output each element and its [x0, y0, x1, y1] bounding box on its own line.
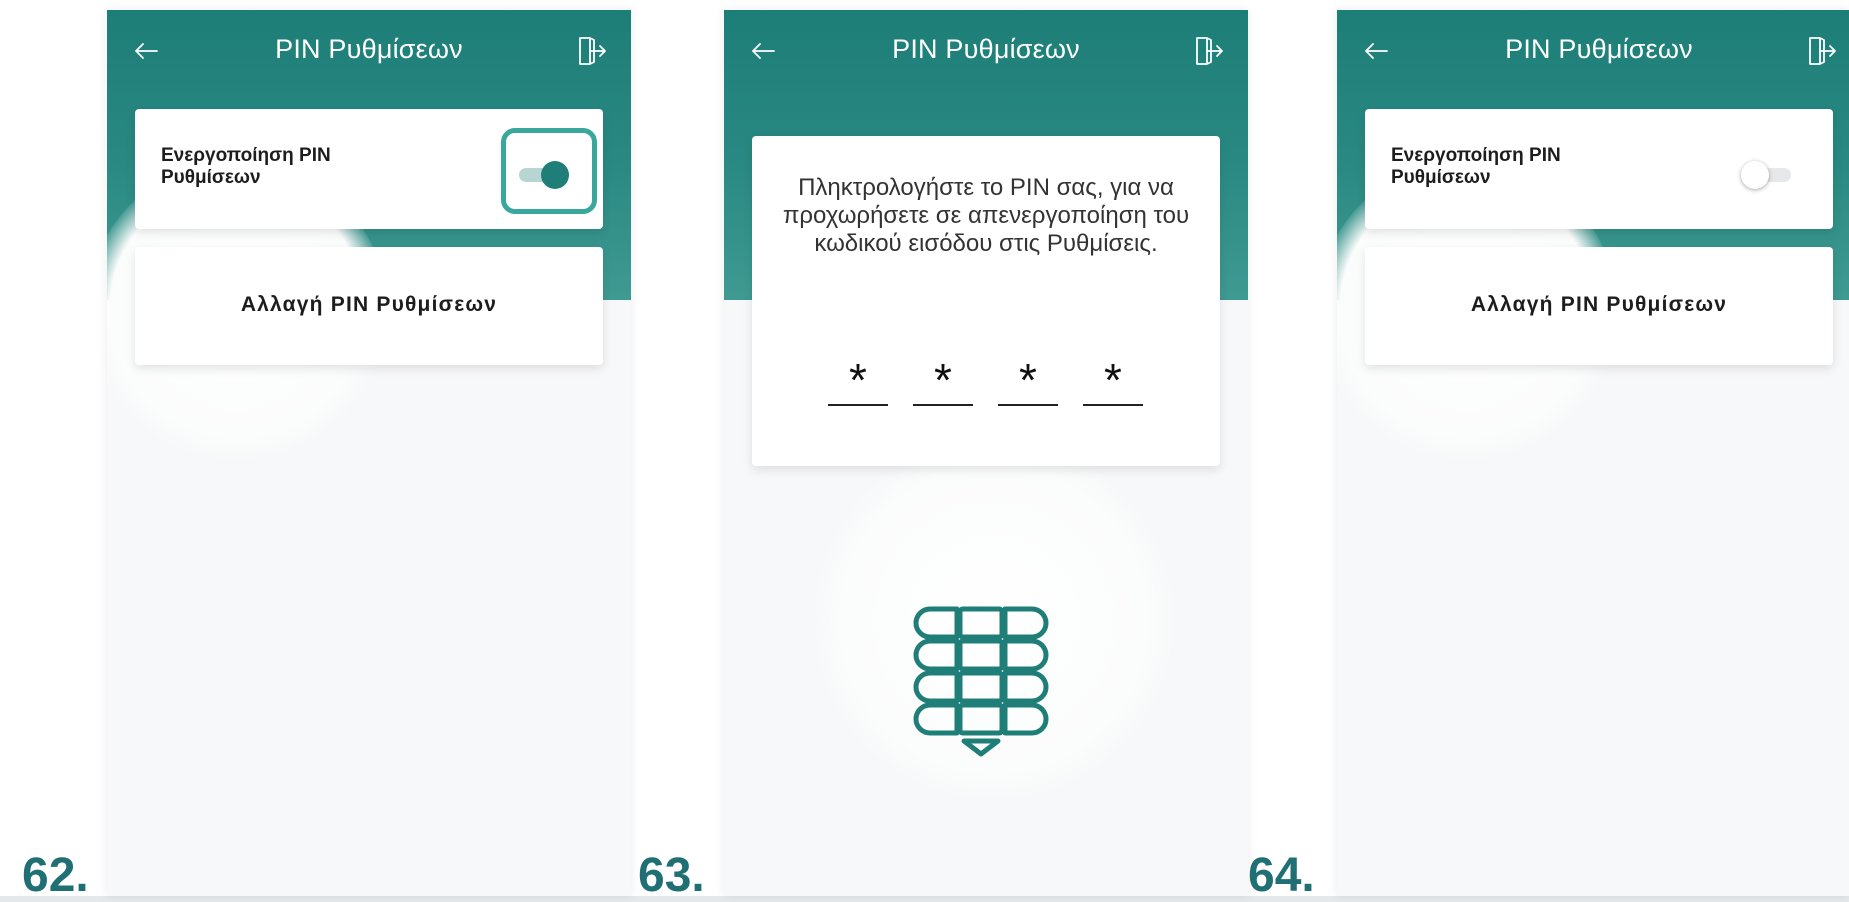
logout-icon[interactable] [577, 35, 607, 67]
pin-digit-4[interactable]: * [1083, 356, 1143, 406]
logout-icon[interactable] [1194, 35, 1224, 67]
screen-63: PIN Ρυθμίσεων Πληκτρολογήστε το PIN σας,… [724, 10, 1248, 896]
pin-digit-mask: * [1104, 354, 1122, 406]
page-title: PIN Ρυθμίσεων [892, 34, 1080, 64]
bottom-divider [0, 896, 1849, 902]
pin-digit-2[interactable]: * [913, 356, 973, 406]
change-pin-label: Αλλαγή PIN Ρυθμίσεων [1470, 293, 1728, 316]
pin-instructions: Πληκτρολογήστε το PIN σας, για να προχωρ… [782, 174, 1190, 257]
toggle-label: Ενεργοποίηση PIN Ρυθμίσεων [161, 145, 331, 188]
step-number-62: 62. [22, 849, 89, 902]
pin-underline [998, 404, 1058, 406]
keypad-icon[interactable] [912, 605, 1052, 770]
screen-62: PIN Ρυθμίσεων Ενεργοποίηση PIN Ρυθμίσεων… [107, 10, 631, 896]
pin-underline [1083, 404, 1143, 406]
toggle-knob [1741, 161, 1769, 189]
pin-entry-card: Πληκτρολογήστε το PIN σας, για να προχωρ… [752, 136, 1220, 466]
change-pin-button[interactable]: Αλλαγή PIN Ρυθμίσεων [135, 247, 603, 365]
pin-toggle-card: Ενεργοποίηση PIN Ρυθμίσεων [1365, 109, 1833, 229]
pin-toggle-switch[interactable] [1741, 159, 1797, 189]
step-number-63: 63. [638, 849, 705, 902]
pin-digit-mask: * [849, 354, 867, 406]
pin-underline [913, 404, 973, 406]
app-header: PIN Ρυθμίσεων [107, 10, 631, 90]
step-number-64: 64. [1248, 849, 1315, 902]
pin-digit-mask: * [934, 354, 952, 406]
page-title: PIN Ρυθμίσεων [1505, 34, 1693, 64]
change-pin-label: Αλλαγή PIN Ρυθμίσεων [240, 293, 498, 316]
pin-underline [828, 404, 888, 406]
change-pin-button[interactable]: Αλλαγή PIN Ρυθμίσεων [1365, 247, 1833, 365]
page-title: PIN Ρυθμίσεων [275, 34, 463, 64]
pin-digit-3[interactable]: * [998, 356, 1058, 406]
logout-icon[interactable] [1807, 35, 1837, 67]
pin-digit-mask: * [1019, 354, 1037, 406]
toggle-highlight-box [501, 128, 597, 214]
app-header: PIN Ρυθμίσεων [1337, 10, 1849, 90]
pin-digit-1[interactable]: * [828, 356, 888, 406]
screen-64: PIN Ρυθμίσεων Ενεργοποίηση PIN Ρυθμίσεων… [1337, 10, 1849, 896]
app-header: PIN Ρυθμίσεων [724, 10, 1248, 90]
toggle-label: Ενεργοποίηση PIN Ρυθμίσεων [1391, 145, 1561, 188]
